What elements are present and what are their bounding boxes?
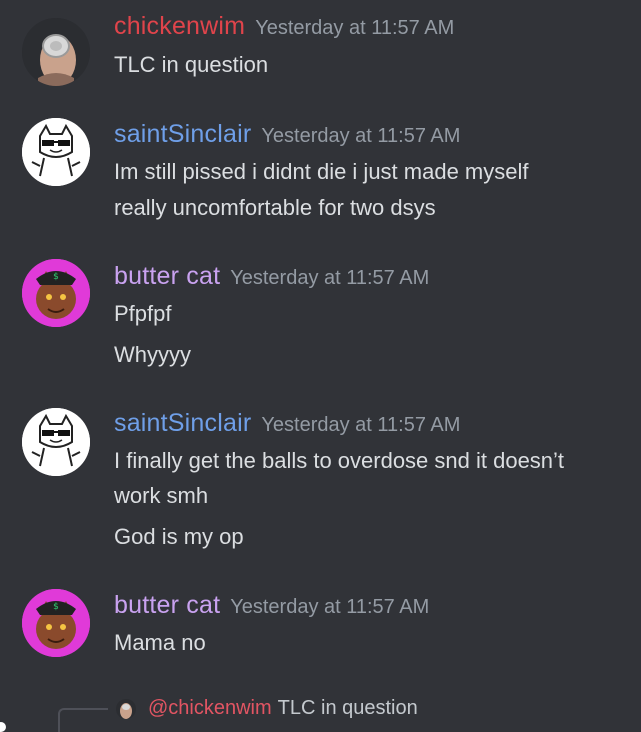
edge-dot [0,722,6,732]
reply-mention[interactable]: @chickenwim [148,697,272,719]
timestamp[interactable]: Yesterday at 11:57 AM [230,596,429,618]
message-text: really uncomfortable for two dsys [114,195,436,220]
reply-text[interactable]: @chickenwim TLC in question [148,697,418,720]
avatar[interactable]: $ [22,589,90,657]
author-name[interactable]: chickenwim [114,12,245,40]
message-text: Im still pissed i didnt die i just made … [114,159,529,184]
butter-cat-avatar-icon: $ [22,259,90,327]
message-text: Whyyyy [114,342,191,367]
message-header: saintSinclair Yesterday at 11:57 AM [114,120,460,149]
timestamp[interactable]: Yesterday at 11:57 AM [261,125,460,147]
cat-sunglasses-avatar-icon [22,408,90,476]
avatar[interactable] [22,118,90,186]
butter-cat-avatar-icon: $ [22,589,90,657]
message-text: God is my op [114,524,244,549]
reply-message: TLC in question [277,697,418,719]
message-text: Mama no [114,630,206,655]
message-text: work smh [114,483,209,508]
author-name[interactable]: saintSinclair [114,409,251,437]
cat-sunglasses-avatar-icon [22,118,90,186]
avatar[interactable] [22,18,90,86]
message-header: saintSinclair Yesterday at 11:57 AM [114,409,460,438]
chickenwim-avatar-icon [22,18,90,86]
timestamp[interactable]: Yesterday at 11:57 AM [230,267,429,289]
author-name[interactable]: butter cat [114,262,220,290]
message-header: chickenwim Yesterday at 11:57 AM [114,12,454,41]
author-name[interactable]: saintSinclair [114,120,251,148]
avatar[interactable]: $ [22,259,90,327]
message-text: I finally get the balls to overdose snd … [114,448,565,473]
avatar[interactable] [22,408,90,476]
svg-text:$: $ [53,602,59,612]
message-text: TLC in question [114,52,269,77]
author-name[interactable]: butter cat [114,591,220,619]
message-header: butter cat Yesterday at 11:57 AM [114,262,429,291]
timestamp[interactable]: Yesterday at 11:57 AM [255,17,454,39]
message-header: butter cat Yesterday at 11:57 AM [114,591,429,620]
chickenwim-avatar-icon [116,699,136,719]
reply-connector [58,708,108,732]
message-text: Pfpfpf [114,301,172,326]
timestamp[interactable]: Yesterday at 11:57 AM [261,414,460,436]
reply-avatar[interactable] [116,699,136,719]
svg-text:$: $ [53,272,59,282]
